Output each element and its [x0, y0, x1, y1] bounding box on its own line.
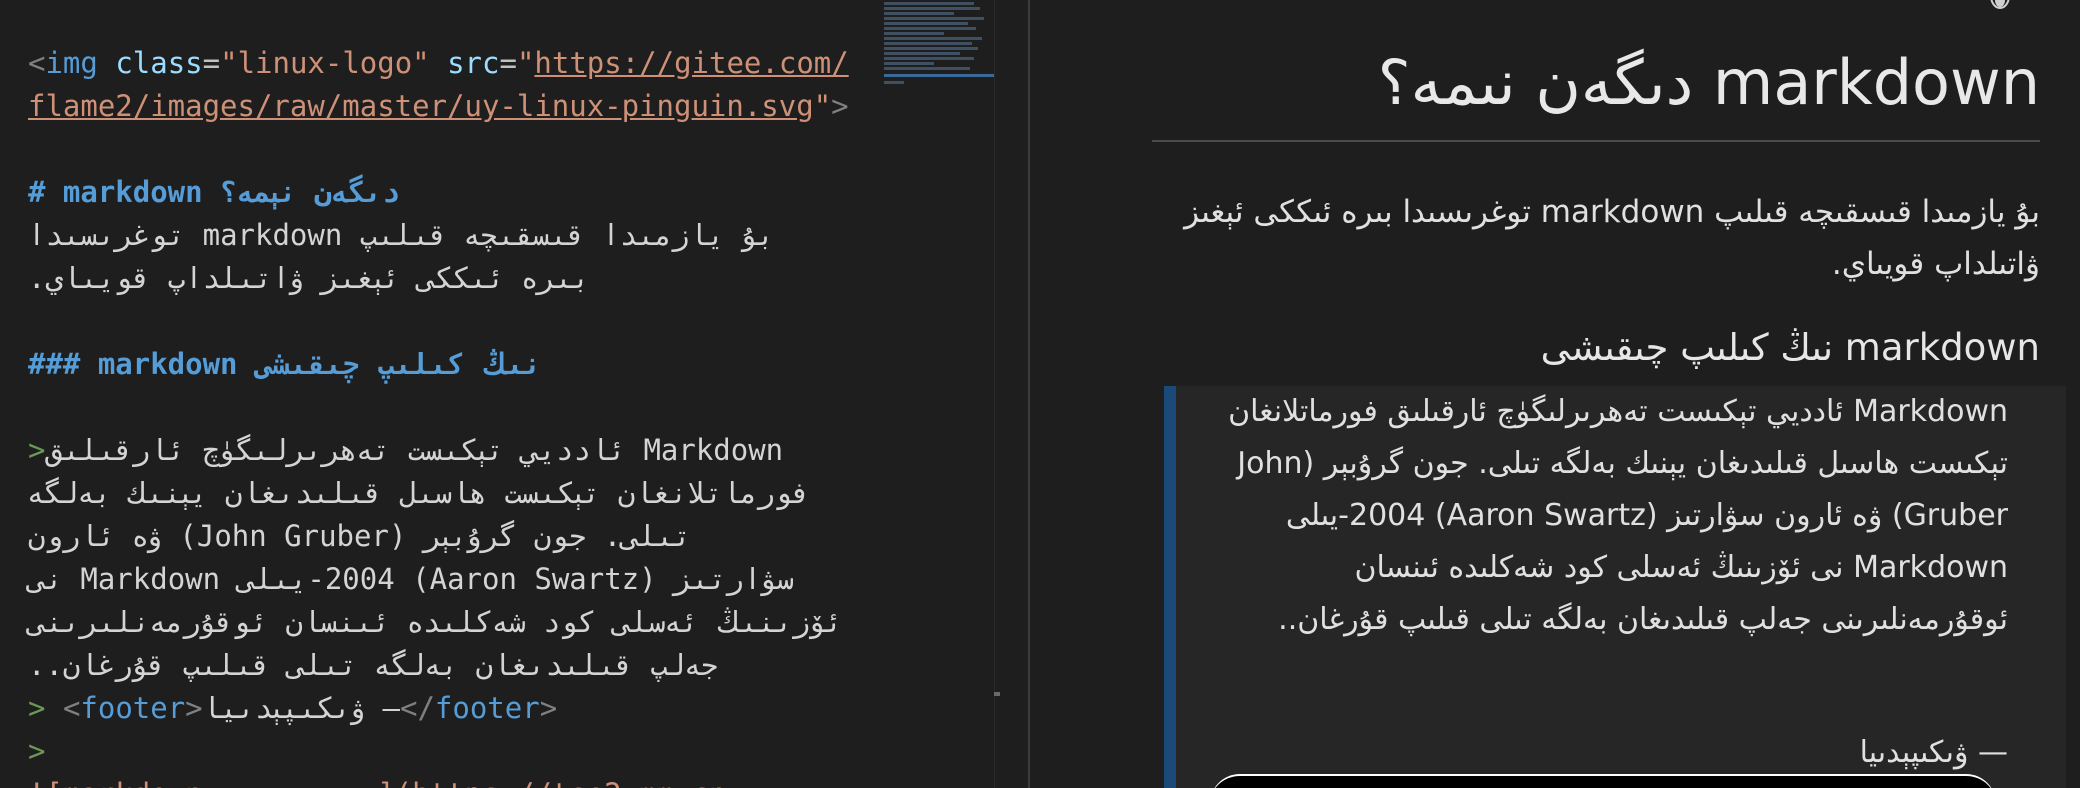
token-tag: img — [45, 46, 98, 80]
minimap-line — [884, 32, 944, 35]
paragraph-text: بىرە ئىككى ئېغىز ۋاتىلداپ قويىاي. — [28, 261, 590, 295]
token-bracket: </ — [400, 691, 435, 725]
blockquote-text: سۋارتىز (Aaron Swartz) 2004-يىلى Markdow… — [28, 562, 794, 596]
token-bracket: > — [185, 691, 203, 725]
minimap-line — [884, 42, 972, 45]
blockquote-marker: > — [28, 691, 46, 725]
token-bracket: < — [28, 46, 46, 80]
blockquote-marker: > — [28, 433, 46, 467]
code-line-empty[interactable] — [28, 300, 848, 343]
code-line-empty[interactable] — [28, 386, 848, 429]
markdown-editor[interactable]: <img class="linux-logo" src="https://git… — [0, 0, 1000, 788]
token-bracket: < — [62, 691, 81, 725]
minimap-line — [884, 47, 978, 50]
blockquote-text: فورماتلانغان تېكىست ھاسىل قىلىدىغان يېنى… — [28, 476, 810, 510]
code-line-blockquote[interactable]: تىلى. جون گرۇبېر (John Gruber) ۋە ئارون — [28, 515, 848, 558]
code-line-blockquote[interactable]: سۋارتىز (Aaron Swartz) 2004-يىلى Markdow… — [28, 558, 848, 601]
code-line-h1[interactable]: # markdown دىگەن نېمە؟ — [28, 171, 848, 214]
token-tag: footer — [434, 691, 540, 725]
minimap-line — [884, 57, 974, 60]
token-quote: " — [813, 89, 832, 123]
code-line-image[interactable]: ![markdown ........ ](https://tse2-mm.cn — [28, 773, 848, 788]
code-line-footer[interactable]: > <footer>— ۋىكىپېدىيا</footer> — [28, 687, 848, 730]
minimap-line — [884, 27, 976, 30]
minimap-line — [884, 22, 968, 25]
token-bracket: > — [539, 691, 558, 725]
blockquote: Markdown ئادديي تېكىست تەھرىرلىگۈچ ئارقى… — [1164, 386, 2066, 788]
intro-paragraph: بۇ يازمىدا قىسقىچە قىلىپ markdown توغرىس… — [1184, 194, 2040, 282]
footer-text: — ۋىكىپېدىيا — [202, 691, 400, 725]
minimap-line — [884, 81, 904, 84]
editor-scrollbar-track[interactable] — [994, 0, 1000, 788]
blockquote-text: Markdown ئادديي تېكىست تەھرىرلىگۈچ ئارقى… — [1228, 394, 2008, 637]
code-line-blockquote[interactable]: جەلپ قىلىدىغان بەلگە تىلى قىلىپ قۇرغان.. — [28, 644, 848, 687]
embedded-image — [1210, 774, 1996, 788]
minimap-line — [884, 37, 982, 40]
minimap-line — [884, 67, 970, 70]
token-attr: src — [447, 46, 500, 80]
code-line-empty[interactable] — [28, 128, 848, 171]
penguin-logo-icon — [1980, 0, 2020, 16]
minimap-line — [884, 12, 954, 15]
code-line-paragraph[interactable]: بىرە ئىككى ئېغىز ۋاتىلداپ قويىاي. — [28, 257, 848, 300]
blockquote-marker: > — [28, 734, 46, 768]
code-line-paragraph[interactable]: بۇ يازمىدا قىسقىچە قىلىپ markdown توغرىس… — [28, 214, 848, 257]
code-line-h3[interactable]: ### markdown نىڭ كىلىپ چىقىشى — [28, 343, 848, 386]
blockquote-text: ئۆزىنىڭ ئەسلى كود شەكلىدە ئىنسان ئوقۇرمە… — [28, 605, 843, 639]
token-eq: = — [202, 46, 221, 80]
section-heading: markdown نىڭ كىلىپ چىقىشى — [1540, 326, 2040, 369]
token-attr: class — [115, 46, 203, 80]
token-quote: " — [516, 46, 535, 80]
token-eq: = — [499, 46, 517, 80]
minimap-line — [884, 7, 980, 10]
token-string: "linux-logo" — [220, 46, 430, 80]
page-title: markdown دىگەن نىمە؟ — [1377, 46, 2040, 119]
code-line-blockquote[interactable]: >Markdown ئادديي تېكىست تەھرىرلىگۈچ ئارق… — [28, 429, 848, 472]
blockquote-text: Markdown ئادديي تېكىست تەھرىرلىگۈچ ئارقى… — [45, 433, 784, 467]
minimap-line — [884, 2, 974, 5]
token-tag: footer — [80, 691, 186, 725]
minimap-viewport-marker — [884, 74, 994, 77]
minimap-line — [884, 52, 960, 55]
code-line-img[interactable]: <img class="linux-logo" src="https://git… — [28, 42, 849, 85]
url-link[interactable]: flame2/images/raw/master/uy-linux-pingui… — [28, 89, 814, 123]
code-line-img-cont[interactable]: flame2/images/raw/master/uy-linux-pingui… — [28, 85, 849, 128]
heading-token: # markdown دىگەن نېمە؟ — [28, 175, 400, 209]
code-area[interactable]: <img class="linux-logo" src="https://git… — [28, 42, 849, 788]
code-line-blockquote-empty[interactable]: > — [28, 730, 848, 773]
paragraph-text: بۇ يازمىدا قىسقىچە قىلىپ markdown توغرىس… — [28, 218, 775, 252]
url-link[interactable]: https://gitee.com/ — [534, 46, 848, 80]
blockquote-footer: — ۋىكىپېدىيا — [1859, 735, 2008, 770]
token-bracket: > — [831, 89, 849, 123]
markdown-preview[interactable]: markdown دىگەن نىمە؟ بۇ يازمىدا قىسقىچە … — [1030, 0, 2080, 788]
blockquote-text: تىلى. جون گرۇبېر (John Gruber) ۋە ئارون — [28, 519, 692, 553]
code-line-blockquote[interactable]: فورماتلانغان تېكىست ھاسىل قىلىدىغان يېنى… — [28, 472, 848, 515]
heading-token: ### markdown نىڭ كىلىپ چىقىشى — [28, 347, 542, 381]
minimap-line — [884, 17, 984, 20]
blockquote-text: جەلپ قىلىدىغان بەلگە تىلى قىلىپ قۇرغان.. — [28, 648, 719, 682]
editor-scrollbar-thumb[interactable] — [994, 692, 1000, 696]
minimap[interactable] — [884, 0, 994, 140]
image-link-text: ![markdown ........ ](https://tse2-mm.cn — [28, 777, 726, 788]
title-divider — [1152, 140, 2040, 142]
minimap-line — [884, 62, 934, 65]
code-line-blockquote[interactable]: ئۆزىنىڭ ئەسلى كود شەكلىدە ئىنسان ئوقۇرمە… — [28, 601, 848, 644]
